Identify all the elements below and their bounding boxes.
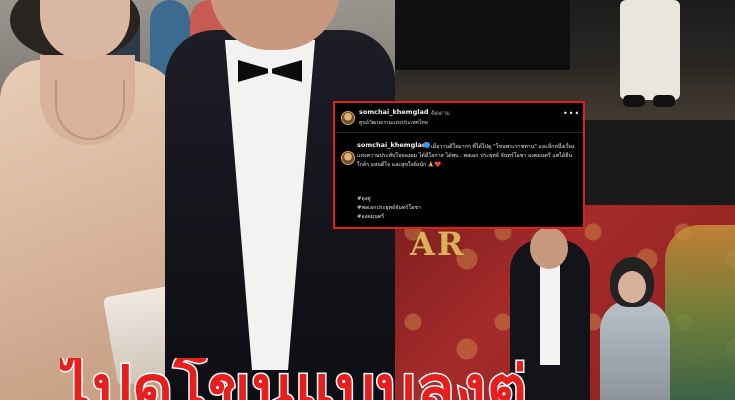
- shoe: [623, 95, 645, 107]
- caption-avatar[interactable]: [341, 151, 355, 165]
- ornamental-figure: [665, 225, 735, 400]
- hashtag-list: #ลุงตู่ #พลเอกประยุทธ์จันทร์โอชา #องคมนต…: [357, 195, 421, 222]
- bowtie: [238, 60, 302, 82]
- woman-outfit: [600, 300, 670, 400]
- avatar[interactable]: [341, 111, 355, 125]
- white-uniform: [620, 0, 680, 100]
- shoe: [653, 95, 675, 107]
- hashtag[interactable]: #พลเอกประยุทธ์จันทร์โอชา: [357, 204, 421, 213]
- man-shirt: [540, 265, 560, 365]
- woman-face: [618, 271, 646, 303]
- backdrop-gold-sign: AR: [410, 225, 466, 263]
- caption-text: เมื่อวานดีใจมากๆ ที่ได้ไปดู "โขนพระราชทา…: [357, 144, 575, 168]
- follow-button[interactable]: ติดตาม: [431, 108, 450, 118]
- post-username[interactable]: somchai_khemglad: [359, 108, 429, 116]
- hashtag[interactable]: #ลุงตู่: [357, 195, 421, 204]
- hashtag[interactable]: #องคมนตรี: [357, 213, 421, 222]
- post-header: somchai_khemglad • ติดตาม ศูนย์วัฒนธรรมแ…: [335, 103, 583, 133]
- man-face: [530, 227, 568, 269]
- instagram-post: somchai_khemglad • ติดตาม ศูนย์วัฒนธรรมแ…: [333, 101, 585, 229]
- ellipsis-icon[interactable]: •••: [563, 109, 580, 118]
- dark-suit: [395, 0, 570, 70]
- headline-text: ไปดูโขนแบบลุงตู่: [60, 358, 529, 400]
- post-location[interactable]: ศูนย์วัฒนธรรมแห่งประเทศไทย: [359, 119, 428, 127]
- photo-collage: AR somchai_khemglad • ติดตาม ศูนย์วัฒนธร…: [0, 0, 735, 400]
- separator-dot: •: [424, 108, 428, 115]
